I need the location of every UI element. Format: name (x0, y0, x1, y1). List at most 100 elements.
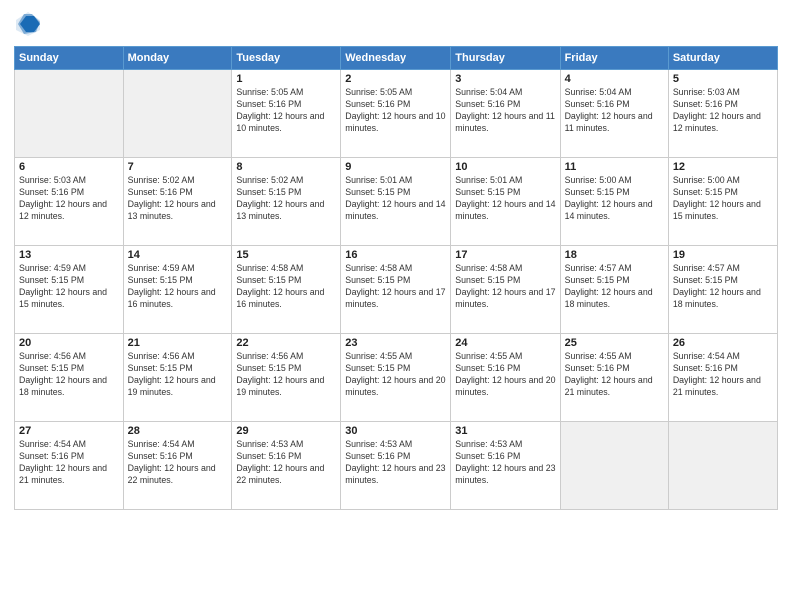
day-header-tuesday: Tuesday (232, 47, 341, 70)
day-info: Sunrise: 4:55 AM Sunset: 5:16 PM Dayligh… (565, 351, 664, 399)
day-info: Sunrise: 4:53 AM Sunset: 5:16 PM Dayligh… (455, 439, 555, 487)
day-header-wednesday: Wednesday (341, 47, 451, 70)
day-number: 6 (19, 161, 119, 173)
day-info: Sunrise: 5:00 AM Sunset: 5:15 PM Dayligh… (565, 175, 664, 223)
day-header-monday: Monday (123, 47, 232, 70)
day-header-saturday: Saturday (668, 47, 777, 70)
day-info: Sunrise: 5:00 AM Sunset: 5:15 PM Dayligh… (673, 175, 773, 223)
calendar-cell: 10 Sunrise: 5:01 AM Sunset: 5:15 PM Dayli… (451, 158, 560, 246)
calendar-cell: 21 Sunrise: 4:56 AM Sunset: 5:15 PM Dayli… (123, 334, 232, 422)
calendar-cell: 14 Sunrise: 4:59 AM Sunset: 5:15 PM Dayli… (123, 246, 232, 334)
logo-icon (14, 10, 42, 38)
day-info: Sunrise: 4:54 AM Sunset: 5:16 PM Dayligh… (19, 439, 119, 487)
day-info: Sunrise: 5:02 AM Sunset: 5:15 PM Dayligh… (236, 175, 336, 223)
calendar-cell: 19 Sunrise: 4:57 AM Sunset: 5:15 PM Dayli… (668, 246, 777, 334)
day-info: Sunrise: 4:56 AM Sunset: 5:15 PM Dayligh… (19, 351, 119, 399)
calendar-cell: 18 Sunrise: 4:57 AM Sunset: 5:15 PM Dayli… (560, 246, 668, 334)
calendar-cell (15, 70, 124, 158)
day-info: Sunrise: 4:53 AM Sunset: 5:16 PM Dayligh… (236, 439, 336, 487)
day-number: 26 (673, 337, 773, 349)
day-info: Sunrise: 4:59 AM Sunset: 5:15 PM Dayligh… (128, 263, 228, 311)
day-number: 4 (565, 73, 664, 85)
day-info: Sunrise: 4:55 AM Sunset: 5:15 PM Dayligh… (345, 351, 446, 399)
day-number: 17 (455, 249, 555, 261)
calendar-cell: 4 Sunrise: 5:04 AM Sunset: 5:16 PM Daylig… (560, 70, 668, 158)
day-info: Sunrise: 4:58 AM Sunset: 5:15 PM Dayligh… (455, 263, 555, 311)
day-info: Sunrise: 5:04 AM Sunset: 5:16 PM Dayligh… (565, 87, 664, 135)
day-info: Sunrise: 5:01 AM Sunset: 5:15 PM Dayligh… (455, 175, 555, 223)
calendar-cell: 16Sunrise: 4:58 AM Sunset: 5:15 PM Dayli… (341, 246, 451, 334)
day-info: Sunrise: 4:53 AM Sunset: 5:16 PM Dayligh… (345, 439, 446, 487)
day-number: 10 (455, 161, 555, 173)
day-info: Sunrise: 4:56 AM Sunset: 5:15 PM Dayligh… (236, 351, 336, 399)
day-number: 25 (565, 337, 664, 349)
calendar-week-5: 27Sunrise: 4:54 AM Sunset: 5:16 PM Dayli… (15, 422, 778, 510)
day-number: 19 (673, 249, 773, 261)
day-number: 5 (673, 73, 773, 85)
calendar-cell: 15Sunrise: 4:58 AM Sunset: 5:15 PM Dayli… (232, 246, 341, 334)
calendar-cell: 13 Sunrise: 4:59 AM Sunset: 5:15 PM Dayli… (15, 246, 124, 334)
calendar-header-row: SundayMondayTuesdayWednesdayThursdayFrid… (15, 47, 778, 70)
calendar-cell: 31 Sunrise: 4:53 AM Sunset: 5:16 PM Dayli… (451, 422, 560, 510)
calendar-cell: 5 Sunrise: 5:03 AM Sunset: 5:16 PM Daylig… (668, 70, 777, 158)
day-number: 21 (128, 337, 228, 349)
day-number: 18 (565, 249, 664, 261)
calendar-cell: 3 Sunrise: 5:04 AM Sunset: 5:16 PM Daylig… (451, 70, 560, 158)
day-info: Sunrise: 5:05 AM Sunset: 5:16 PM Dayligh… (345, 87, 446, 135)
calendar-cell: 30 Sunrise: 4:53 AM Sunset: 5:16 PM Dayli… (341, 422, 451, 510)
day-number: 11 (565, 161, 664, 173)
calendar-cell (668, 422, 777, 510)
day-info: Sunrise: 4:56 AM Sunset: 5:15 PM Dayligh… (128, 351, 228, 399)
day-number: 23 (345, 337, 446, 349)
calendar-cell: 6 Sunrise: 5:03 AM Sunset: 5:16 PM Daylig… (15, 158, 124, 246)
day-number: 13 (19, 249, 119, 261)
calendar-cell: 23 Sunrise: 4:55 AM Sunset: 5:15 PM Dayli… (341, 334, 451, 422)
day-number: 2 (345, 73, 446, 85)
day-number: 31 (455, 425, 555, 437)
day-number: 3 (455, 73, 555, 85)
calendar-week-1: 1 Sunrise: 5:05 AM Sunset: 5:16 PM Daylig… (15, 70, 778, 158)
calendar-cell: 2 Sunrise: 5:05 AM Sunset: 5:16 PM Daylig… (341, 70, 451, 158)
calendar-cell: 17 Sunrise: 4:58 AM Sunset: 5:15 PM Dayli… (451, 246, 560, 334)
calendar-cell: 29 Sunrise: 4:53 AM Sunset: 5:16 PM Dayli… (232, 422, 341, 510)
day-number: 30 (345, 425, 446, 437)
day-number: 1 (236, 73, 336, 85)
logo (14, 10, 46, 38)
calendar-cell: 20 Sunrise: 4:56 AM Sunset: 5:15 PM Dayli… (15, 334, 124, 422)
calendar-cell: 22Sunrise: 4:56 AM Sunset: 5:15 PM Dayli… (232, 334, 341, 422)
day-number: 24 (455, 337, 555, 349)
day-header-thursday: Thursday (451, 47, 560, 70)
calendar-cell: 7 Sunrise: 5:02 AM Sunset: 5:16 PM Daylig… (123, 158, 232, 246)
day-number: 29 (236, 425, 336, 437)
day-info: Sunrise: 5:02 AM Sunset: 5:16 PM Dayligh… (128, 175, 228, 223)
calendar-cell: 27Sunrise: 4:54 AM Sunset: 5:16 PM Dayli… (15, 422, 124, 510)
calendar-cell: 9Sunrise: 5:01 AM Sunset: 5:15 PM Daylig… (341, 158, 451, 246)
calendar: SundayMondayTuesdayWednesdayThursdayFrid… (14, 46, 778, 510)
calendar-week-3: 13 Sunrise: 4:59 AM Sunset: 5:15 PM Dayli… (15, 246, 778, 334)
calendar-cell: 12 Sunrise: 5:00 AM Sunset: 5:15 PM Dayli… (668, 158, 777, 246)
day-number: 16 (345, 249, 446, 261)
day-info: Sunrise: 5:03 AM Sunset: 5:16 PM Dayligh… (673, 87, 773, 135)
day-number: 14 (128, 249, 228, 261)
day-number: 8 (236, 161, 336, 173)
day-number: 12 (673, 161, 773, 173)
day-info: Sunrise: 5:03 AM Sunset: 5:16 PM Dayligh… (19, 175, 119, 223)
day-info: Sunrise: 4:55 AM Sunset: 5:16 PM Dayligh… (455, 351, 555, 399)
day-number: 7 (128, 161, 228, 173)
calendar-cell: 11 Sunrise: 5:00 AM Sunset: 5:15 PM Dayli… (560, 158, 668, 246)
day-info: Sunrise: 4:57 AM Sunset: 5:15 PM Dayligh… (673, 263, 773, 311)
day-header-sunday: Sunday (15, 47, 124, 70)
day-number: 9 (345, 161, 446, 173)
day-info: Sunrise: 4:59 AM Sunset: 5:15 PM Dayligh… (19, 263, 119, 311)
day-info: Sunrise: 4:58 AM Sunset: 5:15 PM Dayligh… (236, 263, 336, 311)
day-number: 20 (19, 337, 119, 349)
day-info: Sunrise: 4:57 AM Sunset: 5:15 PM Dayligh… (565, 263, 664, 311)
day-info: Sunrise: 5:04 AM Sunset: 5:16 PM Dayligh… (455, 87, 555, 135)
day-header-friday: Friday (560, 47, 668, 70)
calendar-week-2: 6 Sunrise: 5:03 AM Sunset: 5:16 PM Daylig… (15, 158, 778, 246)
header (14, 10, 778, 38)
calendar-cell: 1Sunrise: 5:05 AM Sunset: 5:16 PM Daylig… (232, 70, 341, 158)
calendar-cell: 26Sunrise: 4:54 AM Sunset: 5:16 PM Dayli… (668, 334, 777, 422)
day-info: Sunrise: 4:54 AM Sunset: 5:16 PM Dayligh… (128, 439, 228, 487)
calendar-week-4: 20 Sunrise: 4:56 AM Sunset: 5:15 PM Dayli… (15, 334, 778, 422)
